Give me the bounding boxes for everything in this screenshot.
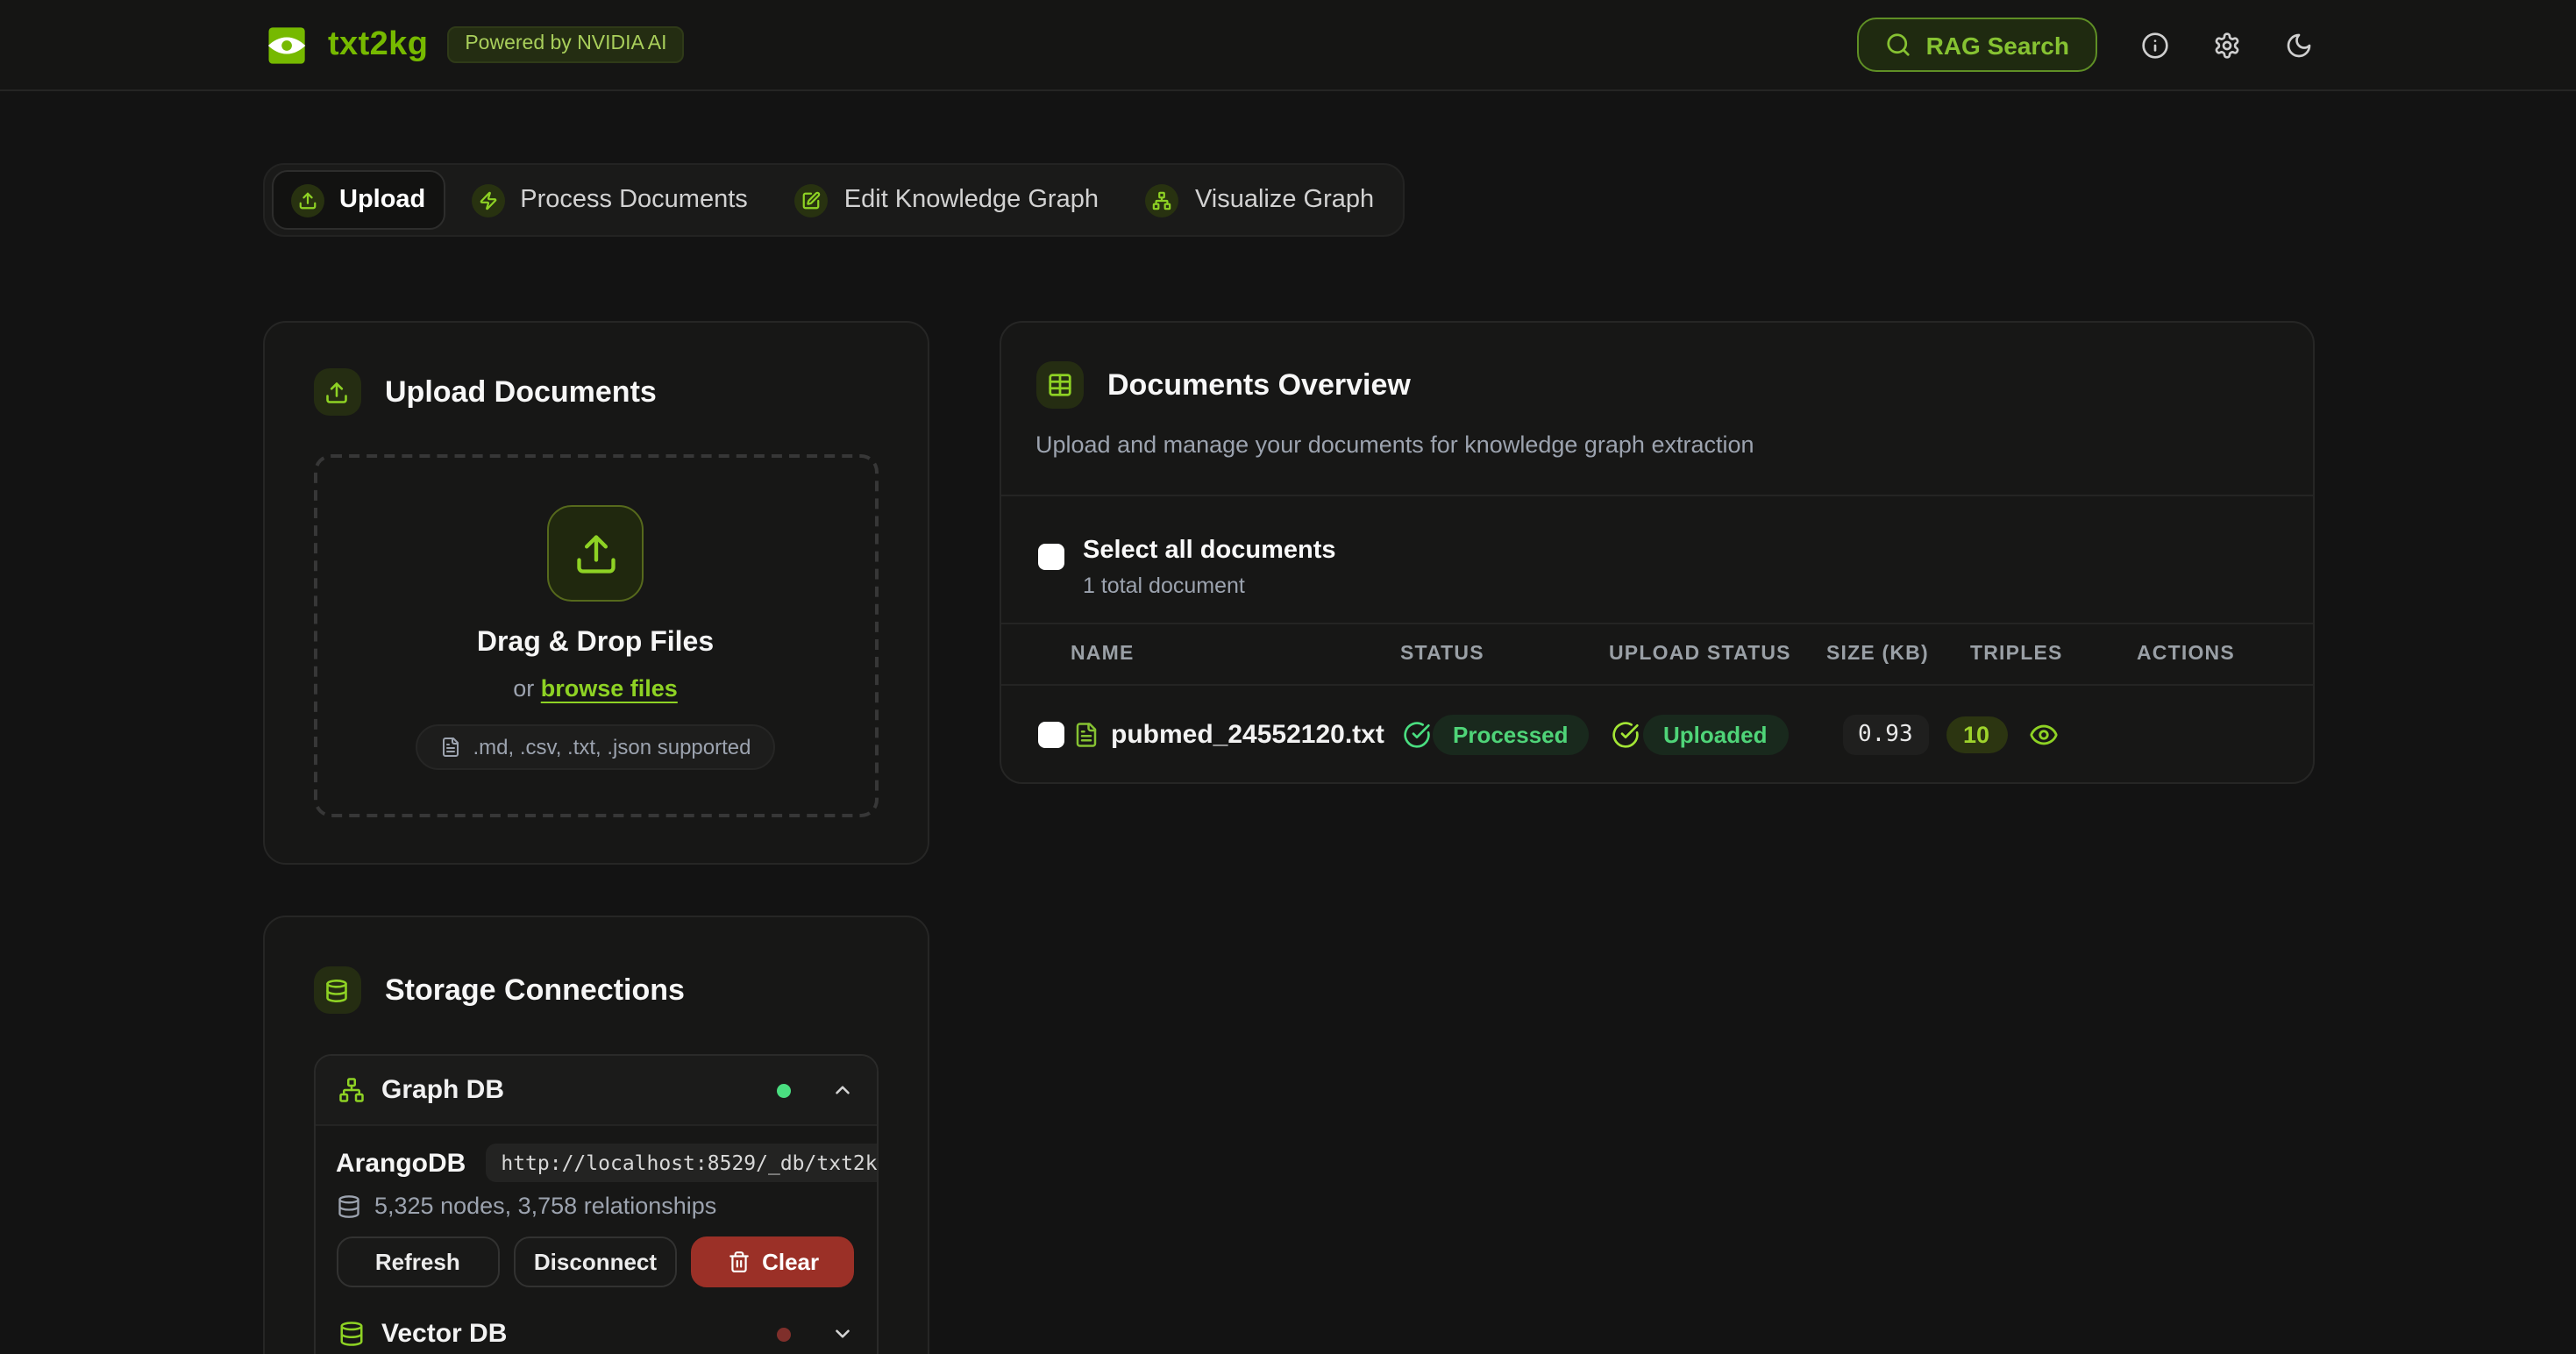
vector-db-label: Vector DB [381,1319,507,1349]
clear-button[interactable]: Clear [691,1236,855,1287]
select-all-label: Select all documents [1083,537,1336,566]
clear-button-label: Clear [762,1249,819,1275]
vector-db-status-dot [776,1327,790,1341]
check-circle-icon [1402,720,1430,748]
supported-formats-text: .md, .csv, .txt, .json supported [473,735,751,759]
moon-icon[interactable] [2285,31,2313,59]
tab-label: Process Documents [520,186,748,214]
triples-count-badge: 10 [1946,716,2007,752]
upload-documents-card: Upload Documents Drag & Drop Files or br… [262,321,929,865]
dropzone-title: Drag & Drop Files [477,628,714,659]
graph-db-section-toggle[interactable]: Graph DB [315,1056,876,1124]
select-all-text: Select all documents 1 total document [1083,537,1336,623]
document-name: pubmed_24552120.txt [1111,719,1384,749]
graph-db-provider: ArangoDB [336,1148,466,1178]
column-header-name: NAME [1071,644,1135,665]
app-header: txt2kg Powered by NVIDIA AI RAG Search [0,0,2576,91]
select-all-checkbox[interactable] [1037,544,1064,570]
column-header-triples: TRIPLES [1970,644,2063,665]
docs-card-title: Documents Overview [1107,367,1411,403]
table-icon [1035,361,1083,409]
rag-search-label: RAG Search [1926,31,2069,59]
tab-process-documents[interactable]: Process Documents [450,172,769,228]
upload-card-title: Upload Documents [385,374,657,410]
size-value: 0.93 [1842,714,1929,754]
select-all-section: Select all documents 1 total document [1000,496,2312,623]
docs-card-subtitle: Upload and manage your documents for kno… [1035,431,2277,458]
brand-group: txt2kg Powered by NVIDIA AI [263,22,684,68]
tab-upload[interactable]: Upload [271,170,445,230]
main-content: Upload Process Documents Edit Knowledge … [262,91,2314,1354]
upload-icon [290,183,324,217]
app-window: txt2kg Powered by NVIDIA AI RAG Search [0,0,2576,1354]
graph-db-label: Graph DB [381,1075,504,1105]
storage-card-header: Storage Connections [313,966,878,1014]
powered-badge: Powered by NVIDIA AI [447,25,684,64]
network-icon [338,1077,364,1103]
docs-card-header: Documents Overview Upload and manage you… [1000,323,2312,496]
database-icon [313,966,360,1014]
nvidia-logo-icon [263,22,309,68]
graph-db-stats: 5,325 nodes, 3,758 relationships [374,1193,716,1219]
upload-icon [547,505,644,602]
tab-label: Edit Knowledge Graph [844,186,1099,214]
header-actions: RAG Search [1858,18,2313,72]
disconnect-button[interactable]: Disconnect [514,1236,678,1287]
column-header-actions: ACTIONS [2137,644,2235,665]
file-icon [439,737,460,758]
chevron-down-icon[interactable] [830,1322,853,1345]
dropzone-subtitle: or browse files [513,675,678,702]
status-badge: Processed [1432,714,1590,754]
storage-card-title: Storage Connections [385,973,685,1008]
check-circle-icon [1611,720,1639,748]
info-icon[interactable] [2141,31,2169,59]
screen: txt2kg Powered by NVIDIA AI RAG Search [0,0,2576,1354]
dropzone[interactable]: Drag & Drop Files or browse files .md, .… [313,454,878,817]
graph-db-status-dot [776,1083,790,1097]
content-grid: Upload Documents Drag & Drop Files or br… [262,321,2314,1354]
eye-icon[interactable] [2028,719,2058,749]
zap-icon [471,183,504,217]
network-icon [1146,183,1179,217]
tab-label: Upload [339,186,425,214]
database-icon [338,1321,364,1347]
supported-formats-pill: .md, .csv, .txt, .json supported [415,724,775,770]
chevron-up-icon[interactable] [830,1079,853,1101]
column-header-size: SIZE (KB) [1826,644,1929,665]
storage-connections-card: Storage Connections Graph DB [262,916,929,1354]
database-icon [336,1194,360,1218]
search-icon [1886,32,1912,58]
trash-icon [727,1251,750,1273]
rag-search-button[interactable]: RAG Search [1858,18,2097,72]
upload-status-badge: Uploaded [1642,714,1788,754]
tab-visualize-graph[interactable]: Visualize Graph [1125,172,1395,228]
table-row: pubmed_24552120.txt Processed Uploaded 0… [1000,686,2312,782]
graph-db-provider-row: ArangoDB http://localhost:8529/_db/txt2k… [336,1144,855,1182]
or-text: or [513,675,534,702]
graph-db-actions: Refresh Disconnect Clear [336,1236,855,1287]
graph-db-url: http://localhost:8529/_db/txt2kg [485,1144,878,1182]
tab-edit-knowledge-graph[interactable]: Edit Knowledge Graph [774,172,1120,228]
tab-bar: Upload Process Documents Edit Knowledge … [262,163,1404,237]
left-column: Upload Documents Drag & Drop Files or br… [262,321,929,1354]
graph-db-details: ArangoDB http://localhost:8529/_db/txt2k… [315,1124,876,1294]
table-header-row: NAME STATUS UPLOAD STATUS SIZE (KB) TRIP… [1000,623,2312,686]
refresh-button[interactable]: Refresh [336,1236,500,1287]
file-text-icon [1072,721,1099,747]
graph-db-stats-row: 5,325 nodes, 3,758 relationships [336,1193,855,1219]
tab-label: Visualize Graph [1195,186,1374,214]
app-title: txt2kg [328,25,428,64]
row-checkbox[interactable] [1037,721,1064,747]
vector-db-section-toggle[interactable]: Vector DB [315,1294,876,1354]
upload-card-header: Upload Documents [313,368,878,416]
select-all-count: 1 total document [1083,573,1336,597]
square-pen-icon [795,183,829,217]
column-header-upload-status: UPLOAD STATUS [1609,644,1791,665]
column-header-status: STATUS [1400,644,1484,665]
browse-files-link[interactable]: browse files [541,675,678,702]
upload-icon [313,368,360,416]
storage-panel: Graph DB ArangoDB http://localhost:8529/… [313,1054,878,1354]
documents-overview-card: Documents Overview Upload and manage you… [999,321,2314,784]
gear-icon[interactable] [2213,31,2241,59]
